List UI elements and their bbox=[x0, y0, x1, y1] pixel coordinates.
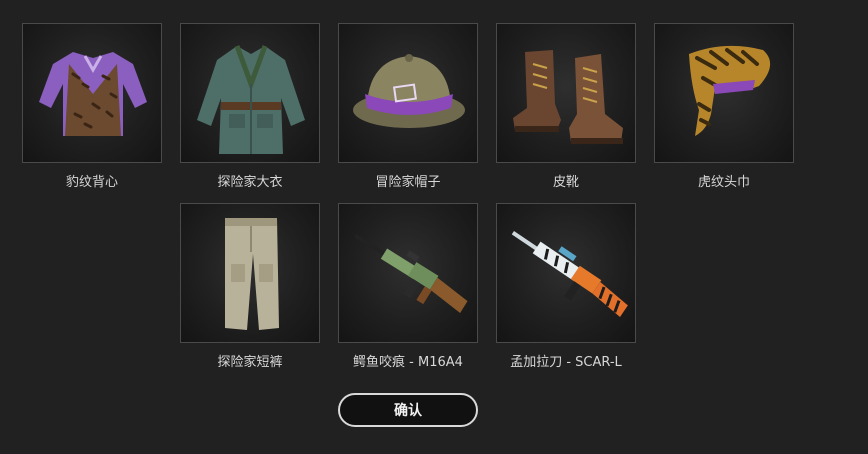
item-tile-explorer-pants[interactable] bbox=[180, 203, 320, 343]
item-tile-tiger-bandana[interactable] bbox=[654, 23, 794, 163]
item-tile-leather-boots[interactable] bbox=[496, 23, 636, 163]
item-tile-explorer-jacket[interactable] bbox=[180, 23, 320, 163]
item-label: 皮靴 bbox=[552, 175, 579, 190]
tiger-bandana-icon bbox=[689, 45, 771, 136]
item-label: 鳄鱼咬痕 - M16A4 bbox=[353, 355, 463, 370]
item-label: 孟加拉刀 - SCAR-L bbox=[510, 355, 622, 370]
leopard-vest-icon bbox=[39, 52, 147, 136]
scar-l-rifle-icon bbox=[511, 231, 628, 317]
item-tile-scar-l[interactable] bbox=[496, 203, 636, 343]
item-tile-pith-helmet[interactable] bbox=[338, 23, 478, 163]
item-label: 冒险家帽子 bbox=[375, 175, 441, 190]
item-label: 豹纹背心 bbox=[65, 175, 118, 190]
item-label: 虎纹头巾 bbox=[697, 175, 750, 190]
leather-boots-icon bbox=[513, 50, 623, 144]
item-label: 探险家短裤 bbox=[217, 355, 283, 370]
m16a4-rifle-icon bbox=[354, 233, 468, 314]
item-label: 探险家大衣 bbox=[217, 175, 283, 190]
item-tile-leopard-vest[interactable] bbox=[22, 23, 162, 163]
explorer-jacket-icon bbox=[197, 45, 305, 154]
explorer-pants-icon bbox=[225, 218, 279, 330]
pith-helmet-icon bbox=[353, 54, 465, 128]
item-tile-m16a4[interactable] bbox=[338, 203, 478, 343]
confirm-button[interactable]: 确认 bbox=[338, 393, 478, 427]
